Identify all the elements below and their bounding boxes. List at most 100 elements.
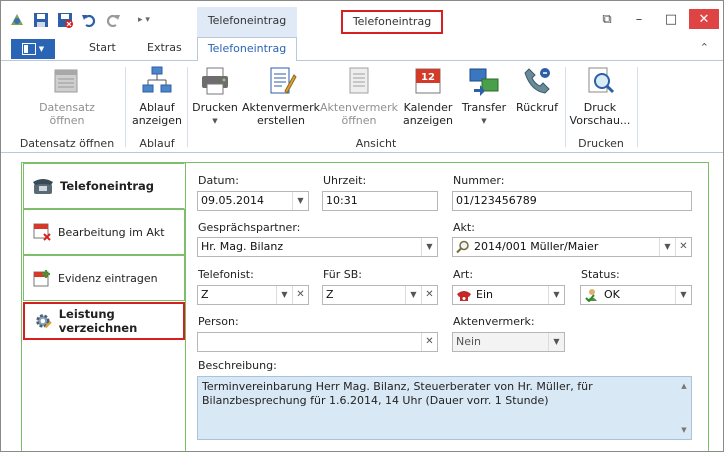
person-field[interactable]: ✕	[197, 332, 438, 352]
telephone-icon	[33, 179, 53, 194]
tab-start[interactable]: Start	[89, 41, 116, 54]
callback-phone-icon	[524, 68, 550, 94]
datensatz-oeffnen-button[interactable]: Datensatz öffnen	[37, 65, 97, 127]
uhrzeit-field[interactable]: 10:31	[322, 191, 438, 211]
undo-icon[interactable]	[79, 10, 99, 30]
group-label-datensatz: Datensatz öffnen	[19, 137, 115, 150]
chevron-down-icon[interactable]: ▼	[292, 192, 308, 210]
chevron-down-icon[interactable]: ▼	[548, 286, 564, 304]
file-menu-button[interactable]: ▼	[11, 39, 55, 59]
restore-icon[interactable]: ⧉	[593, 9, 621, 29]
print-preview-icon	[588, 67, 615, 94]
printer-icon	[202, 67, 228, 95]
druck-vorschau-button[interactable]: Druck Vorschau...	[569, 65, 631, 127]
group-label-drucken: Drucken	[578, 137, 624, 150]
ablauf-anzeigen-button[interactable]: Ablauf anzeigen	[131, 65, 183, 127]
clear-icon[interactable]: ✕	[675, 238, 691, 256]
maximize-button[interactable]: □	[657, 9, 685, 29]
gespraechspartner-label: Gesprächspartner:	[198, 221, 301, 234]
note-open-icon	[349, 67, 369, 94]
customize-icon[interactable]: ▸ ▾	[127, 10, 161, 30]
save-close-icon[interactable]	[55, 10, 75, 30]
telefonist-field[interactable]: Z ▼ ✕	[197, 285, 309, 305]
app-window: ▸ ▾ Telefoneintrag Telefoneintrag ⧉ – □ …	[0, 0, 724, 452]
nav-evidenz-eintragen[interactable]: Evidenz eintragen	[23, 255, 185, 301]
scrollbar[interactable]: ▲ ▼	[679, 379, 689, 437]
collapse-ribbon-icon[interactable]: ⌃	[700, 41, 709, 54]
akt-field[interactable]: 2014/001 Müller/Maier ▼ ✕	[452, 237, 692, 257]
chevron-down-icon: ▼	[212, 117, 218, 125]
nav-telefoneintrag[interactable]: Telefoneintrag	[23, 163, 185, 209]
kalender-anzeigen-button[interactable]: 12 Kalender anzeigen	[403, 65, 453, 127]
chevron-down-icon: ▼	[481, 117, 487, 125]
status-label: Status:	[581, 268, 620, 281]
chevron-down-icon[interactable]: ▼	[548, 333, 564, 351]
title-bar: ▸ ▾ Telefoneintrag Telefoneintrag ⧉ – □ …	[1, 1, 723, 37]
ribbon: Datensatz öffnen Ablauf anzeigen Drucken…	[1, 61, 723, 153]
uhrzeit-label: Uhrzeit:	[323, 174, 367, 187]
record-open-icon	[54, 69, 78, 93]
art-label: Art:	[453, 268, 474, 281]
clear-icon[interactable]: ✕	[421, 286, 437, 304]
gear-settings-icon	[36, 314, 52, 329]
incoming-call-icon	[457, 291, 471, 301]
beschreibung-text: Terminvereinbarung Herr Mag. Bilanz, Ste…	[202, 380, 593, 407]
redo-icon[interactable]	[103, 10, 123, 30]
aktenvermerk-erstellen-button[interactable]: Aktenvermerk erstellen	[242, 65, 320, 127]
minimize-button[interactable]: –	[625, 9, 653, 29]
ribbon-tabs: ▼ Start Extras Telefoneintrag ⌃	[1, 37, 723, 62]
group-label-ansicht: Ansicht	[355, 137, 397, 150]
window-controls: ⧉ – □ ✕	[593, 9, 719, 29]
group-label-ablauf: Ablauf	[139, 137, 175, 150]
calendar-icon: 12	[415, 68, 441, 94]
nav-bearbeitung-im-akt[interactable]: Bearbeitung im Akt	[23, 209, 185, 255]
telefonist-label: Telefonist:	[198, 268, 254, 281]
search-icon	[456, 240, 469, 254]
akt-label: Akt:	[453, 221, 475, 234]
file-menu-icon	[21, 43, 36, 55]
status-ok-icon	[585, 289, 597, 302]
tab-telefoneintrag[interactable]: Telefoneintrag	[197, 37, 297, 62]
datum-field[interactable]: 09.05.2014 ▼	[197, 191, 309, 211]
calendar-edit-icon	[33, 223, 51, 241]
chevron-down-icon[interactable]: ▼	[675, 286, 691, 304]
art-field[interactable]: Ein ▼	[452, 285, 565, 305]
close-button[interactable]: ✕	[689, 9, 719, 29]
workflow-icon	[142, 66, 172, 93]
chevron-down-icon[interactable]: ▼	[405, 286, 421, 304]
app-icon[interactable]	[7, 10, 27, 30]
status-field[interactable]: OK ▼	[580, 285, 692, 305]
chevron-down-icon[interactable]: ▼	[276, 286, 292, 304]
content-area: Telefoneintrag Bearbeitung im Akt Eviden…	[1, 154, 723, 451]
scroll-down-icon[interactable]: ▼	[681, 423, 686, 437]
beschreibung-textarea[interactable]: Terminvereinbarung Herr Mag. Bilanz, Ste…	[197, 376, 692, 440]
fuer-sb-field[interactable]: Z ▼ ✕	[322, 285, 438, 305]
drucken-button[interactable]: Drucken ▼	[192, 65, 238, 128]
calendar-add-icon	[33, 270, 50, 287]
gespraechspartner-field[interactable]: Hr. Mag. Bilanz ▼	[197, 237, 438, 257]
window-title: Telefoneintrag	[341, 10, 443, 34]
svg-text:12: 12	[421, 72, 435, 83]
quick-access-toolbar: ▸ ▾	[7, 10, 161, 30]
tab-extras[interactable]: Extras	[147, 41, 182, 54]
aktenvermerk-label: Aktenvermerk:	[453, 315, 535, 328]
chevron-down-icon[interactable]: ▼	[421, 238, 437, 256]
transfer-icon	[469, 68, 499, 96]
nummer-label: Nummer:	[453, 174, 505, 187]
rueckruf-button[interactable]: Rückruf	[515, 65, 559, 114]
aktenvermerk-field[interactable]: Nein ▼	[452, 332, 565, 352]
person-label: Person:	[198, 315, 239, 328]
beschreibung-label: Beschreibung:	[198, 359, 277, 372]
aktenvermerk-oeffnen-button[interactable]: Aktenvermerk öffnen	[320, 65, 398, 127]
nummer-field[interactable]: 01/123456789	[452, 191, 692, 211]
nav-leistung-verzeichnen[interactable]: Leistung verzeichnen	[23, 302, 185, 340]
transfer-button[interactable]: Transfer ▼	[459, 65, 509, 128]
clear-icon[interactable]: ✕	[421, 333, 437, 351]
context-tab-header: Telefoneintrag	[197, 7, 297, 37]
chevron-down-icon: ▼	[38, 45, 45, 53]
clear-icon[interactable]: ✕	[292, 286, 308, 304]
datum-label: Datum:	[198, 174, 239, 187]
chevron-down-icon[interactable]: ▼	[659, 238, 675, 256]
save-icon[interactable]	[31, 10, 51, 30]
scroll-up-icon[interactable]: ▲	[681, 379, 686, 393]
